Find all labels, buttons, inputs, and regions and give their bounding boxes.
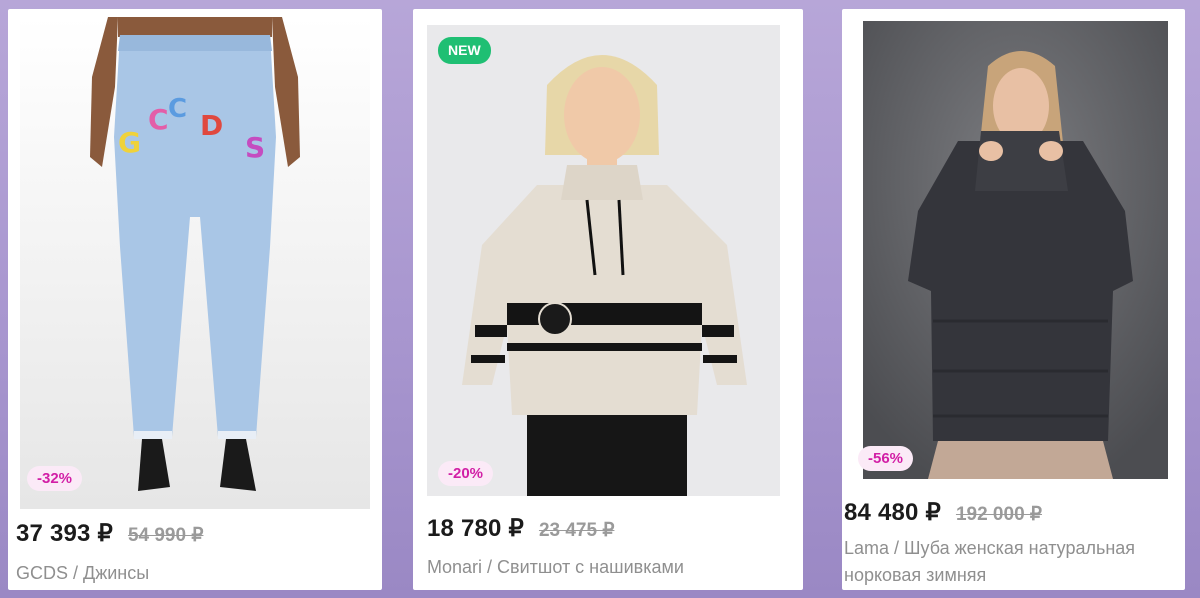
svg-text:G: G — [118, 126, 141, 159]
product-image-sweatshirt[interactable] — [427, 25, 780, 496]
product-title-line-1[interactable]: Lama / Шуба женская натуральная — [844, 535, 1135, 561]
discount-badge: -20% — [438, 461, 494, 486]
svg-text:S: S — [245, 131, 265, 164]
product-card-jeans[interactable]: G C D S C -32% 37 393 ₽ 54 990 ₽ GCDS / … — [8, 9, 382, 590]
fur-coat-illustration — [863, 21, 1168, 479]
product-title-line-2[interactable]: норковая зимняя — [844, 562, 986, 588]
sweatshirt-illustration — [427, 25, 780, 496]
product-title[interactable]: Monari / Свитшот с нашивками — [427, 554, 684, 580]
product-image-jeans[interactable]: G C D S C — [20, 17, 370, 509]
svg-text:C: C — [168, 94, 187, 124]
product-title[interactable]: GCDS / Джинсы — [16, 560, 149, 586]
product-card-sweatshirt[interactable]: NEW -20% 18 780 ₽ 23 475 ₽ Monari / Свит… — [413, 9, 803, 590]
old-price: 23 475 ₽ — [538, 520, 615, 541]
price-row: 37 393 ₽ 54 990 ₽ — [16, 519, 203, 548]
old-price: 192 000 ₽ — [955, 504, 1043, 525]
product-card-fur-coat[interactable]: -56% 84 480 ₽ 192 000 ₽ Lama / Шуба женс… — [842, 9, 1185, 590]
current-price: 84 480 ₽ — [844, 499, 941, 526]
discount-badge: -32% — [27, 466, 83, 491]
new-badge: NEW — [438, 37, 491, 64]
discount-badge: -56% — [858, 446, 914, 471]
current-price: 37 393 ₽ — [16, 520, 113, 547]
jeans-illustration: G C D S C — [20, 17, 370, 509]
product-image-fur-coat[interactable] — [863, 21, 1168, 479]
old-price: 54 990 ₽ — [127, 525, 204, 546]
svg-text:D: D — [200, 109, 223, 142]
svg-text:C: C — [148, 103, 169, 136]
current-price: 18 780 ₽ — [427, 515, 524, 542]
price-row: 84 480 ₽ 192 000 ₽ — [844, 498, 1042, 527]
price-row: 18 780 ₽ 23 475 ₽ — [427, 514, 614, 543]
